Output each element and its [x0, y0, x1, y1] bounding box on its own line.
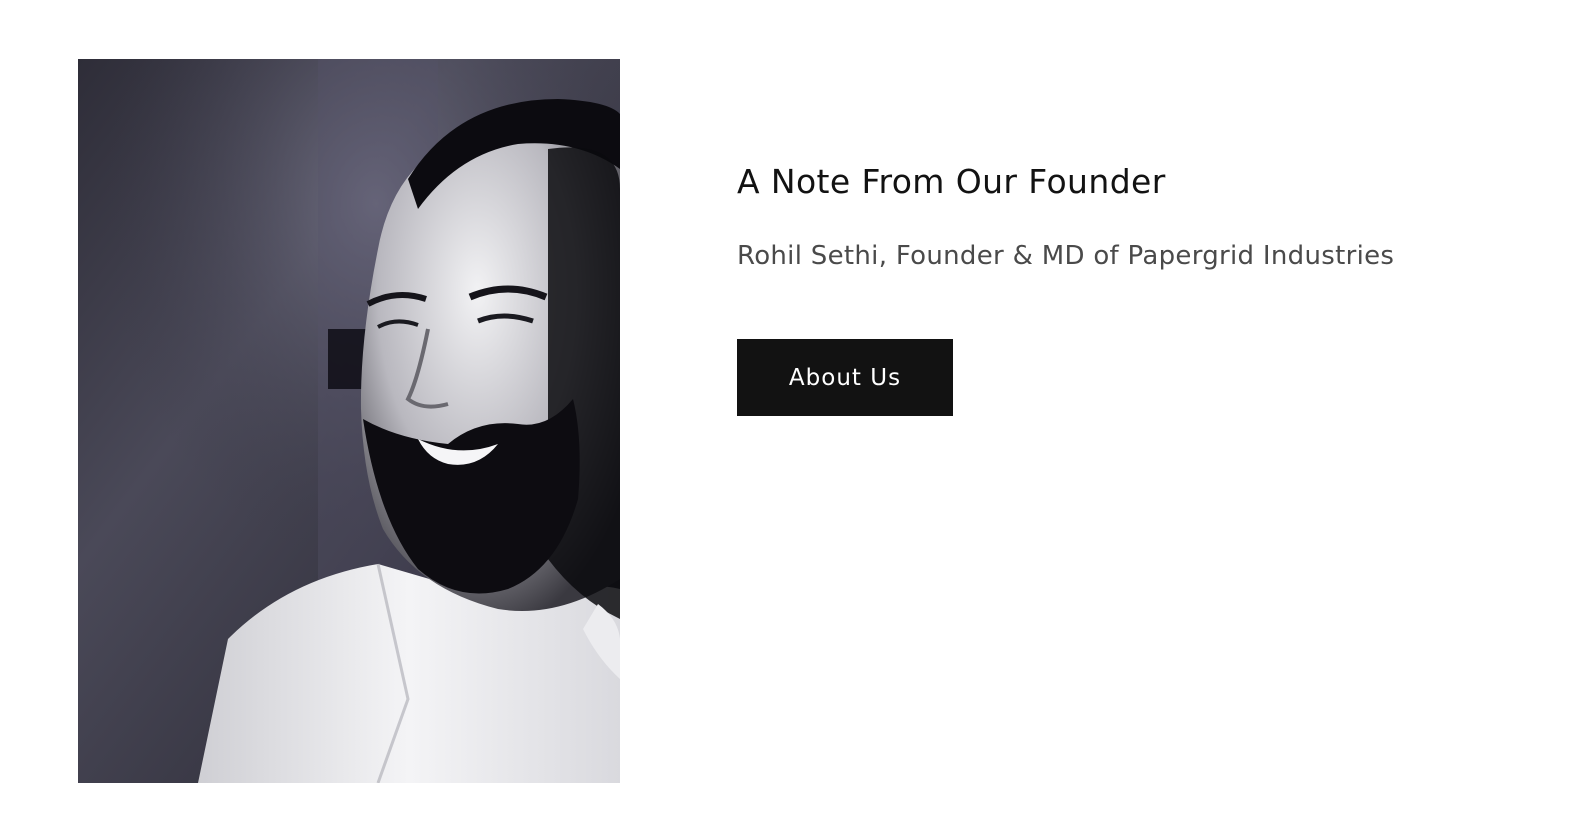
section-heading: A Note From Our Founder	[737, 162, 1166, 201]
founder-portrait	[78, 59, 620, 783]
founder-text-block: A Note From Our Founder Rohil Sethi, Fou…	[737, 160, 1537, 274]
portrait-photo-illustration	[78, 59, 620, 783]
founder-subtitle: Rohil Sethi, Founder & MD of Papergrid I…	[737, 241, 1395, 271]
about-us-button[interactable]: About Us	[737, 339, 953, 416]
